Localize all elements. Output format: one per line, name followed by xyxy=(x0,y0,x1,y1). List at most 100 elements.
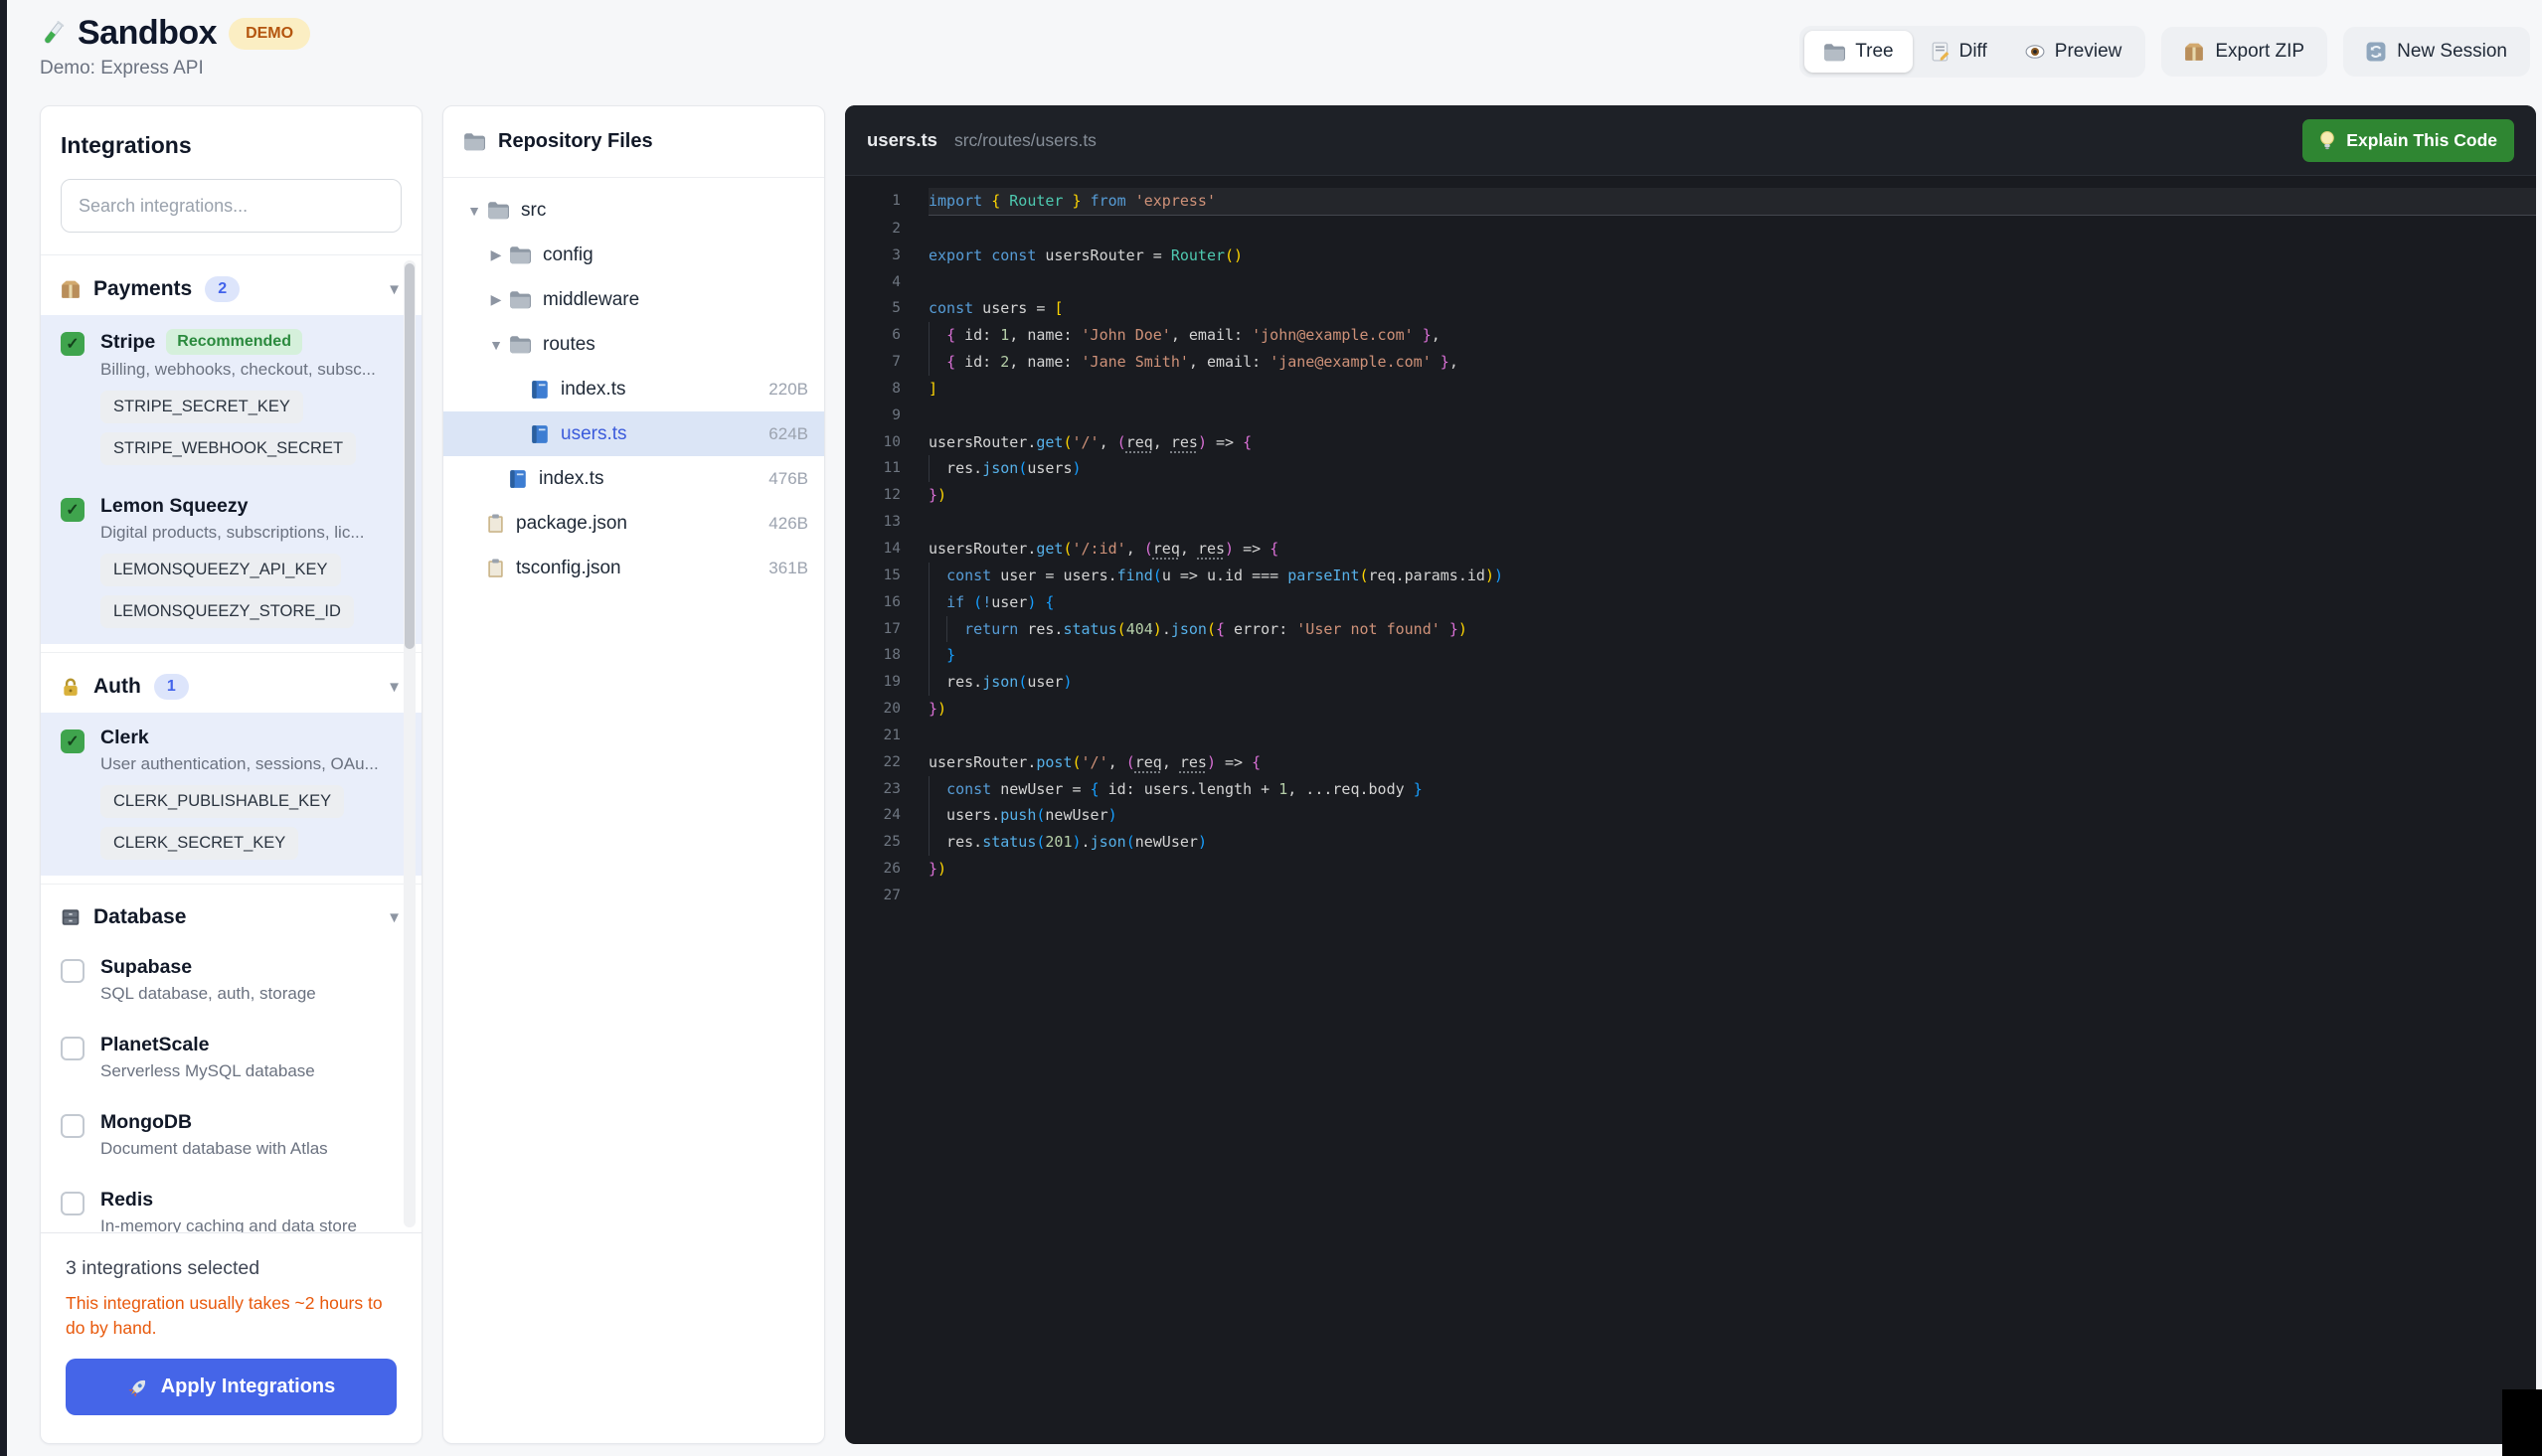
code-line-text: } xyxy=(929,642,2536,670)
integration-item-stripe[interactable]: ✓ Stripe Recommended Billing, webhooks, che… xyxy=(41,315,422,481)
integration-item-redis[interactable]: ✓ Redis In-memory caching and data store xyxy=(41,1175,422,1232)
code-token: ) xyxy=(1152,619,1162,638)
unused-param: req xyxy=(1125,432,1153,451)
code-line: 17 return res.status(404).json({ error: … xyxy=(845,615,2536,643)
code-token: users. xyxy=(929,806,1001,825)
tree-row-middleware[interactable]: ▶ middleware xyxy=(443,277,824,322)
apply-integrations-button[interactable]: Apply Integrations xyxy=(66,1359,397,1415)
folder-icon xyxy=(509,335,531,354)
tree-row-index.ts[interactable]: index.ts 220B xyxy=(443,367,824,411)
chevron-down-icon[interactable]: ▼ xyxy=(387,281,402,298)
code-token: res. xyxy=(1018,619,1064,638)
sidebar-scrollbar[interactable] xyxy=(404,260,416,1228)
top-header: Sandbox DEMO Demo: Express API Tree Diff… xyxy=(0,0,2542,103)
integration-item-lemon-squeezy[interactable]: ✓ Lemon Squeezy Digital products, subscrip… xyxy=(41,481,422,644)
code-token: ) xyxy=(1063,673,1073,692)
checkbox[interactable]: ✓ xyxy=(61,729,85,753)
code-line: 18 } xyxy=(845,642,2536,670)
integration-section-header[interactable]: Database ▼ xyxy=(41,885,422,942)
tab-preview[interactable]: Preview xyxy=(2006,31,2141,73)
new-session-button[interactable]: New Session xyxy=(2343,27,2530,77)
code-token: { xyxy=(946,353,956,372)
chevron-down-icon[interactable]: ▼ xyxy=(387,679,402,696)
tree-row-users.ts[interactable]: users.ts 624B xyxy=(443,411,824,456)
integration-item-planetscale[interactable]: ✓ PlanetScale Serverless MySQL database xyxy=(41,1020,422,1097)
integration-item-head: Supabase xyxy=(100,956,316,979)
checkbox[interactable]: ✓ xyxy=(61,1192,85,1215)
export-zip-label: Export ZIP xyxy=(2215,41,2305,62)
env-key-list: LEMONSQUEEZY_API_KEY LEMONSQUEEZY_STORE_I… xyxy=(100,554,365,628)
code-line: 1 import { Router } from 'express' xyxy=(845,188,2536,216)
chevron-down-icon[interactable]: ▼ xyxy=(483,337,509,353)
checkbox[interactable]: ✓ xyxy=(61,498,85,522)
tree-row-index.ts[interactable]: index.ts 476B xyxy=(443,456,824,501)
code-token: ( xyxy=(1152,566,1162,584)
chevron-down-icon[interactable]: ▼ xyxy=(461,203,487,219)
code-token: } xyxy=(1413,779,1423,798)
code-token: newUser xyxy=(1134,833,1198,852)
integration-item-supabase[interactable]: ✓ Supabase SQL database, auth, storage xyxy=(41,942,422,1020)
code-token: 1 xyxy=(1278,779,1288,798)
chevron-down-icon[interactable]: ▼ xyxy=(387,909,402,926)
code-token: ) xyxy=(1484,566,1494,584)
checkbox[interactable]: ✓ xyxy=(61,959,85,983)
repository-files-panel: Repository Files ▼ src ▶ config ▶ middleware ▼… xyxy=(442,105,825,1444)
tree-row-src[interactable]: ▼ src xyxy=(443,188,824,233)
tree-row-package.json[interactable]: package.json 426B xyxy=(443,501,824,546)
code-token: 1 xyxy=(1000,326,1010,345)
checkbox[interactable]: ✓ xyxy=(61,1037,85,1060)
integration-item-clerk[interactable]: ✓ Clerk User authentication, sessions, OAu… xyxy=(41,713,422,876)
integration-name: Redis xyxy=(100,1189,154,1211)
code-line: 13 xyxy=(845,509,2536,536)
code-token: ) xyxy=(937,860,947,879)
chevron-right-icon[interactable]: ▶ xyxy=(483,246,509,263)
code-token: newUser xyxy=(1045,806,1108,825)
checkbox[interactable]: ✓ xyxy=(61,332,85,356)
integration-item-mongodb[interactable]: ✓ MongoDB Document database with Atlas xyxy=(41,1097,422,1175)
integration-item-body: MongoDB Document database with Atlas xyxy=(100,1111,328,1159)
integrations-footer: 3 integrations selected This integration… xyxy=(41,1232,422,1443)
code-token: ] xyxy=(929,379,938,398)
code-token: . xyxy=(1161,619,1171,638)
code-line-text: }) xyxy=(929,856,2536,883)
code-token: id: users.length + xyxy=(1099,779,1279,798)
code-line: 3 export const usersRouter = Router() xyxy=(845,243,2536,269)
chevron-right-icon[interactable]: ▶ xyxy=(483,291,509,308)
integration-description: In-memory caching and data store xyxy=(100,1216,357,1233)
sidebar-scrollbar-thumb[interactable] xyxy=(405,263,415,649)
code-line-text: if (!user) { xyxy=(929,588,2536,616)
code-viewer[interactable]: 1 import { Router } from 'express' 2 3 expor… xyxy=(845,176,2536,1444)
code-token: usersRouter = xyxy=(1036,245,1171,264)
integration-item-body: Supabase SQL database, auth, storage xyxy=(100,956,316,1004)
code-token: ) xyxy=(1197,432,1207,451)
tree-row-config[interactable]: ▶ config xyxy=(443,233,824,277)
line-number: 24 xyxy=(883,807,901,824)
tab-diff[interactable]: Diff xyxy=(1913,31,2006,73)
env-key-chip: STRIPE_WEBHOOK_SECRET xyxy=(100,432,357,465)
tree-row-routes[interactable]: ▼ routes xyxy=(443,322,824,367)
explain-code-button[interactable]: Explain This Code xyxy=(2302,118,2514,162)
export-zip-button[interactable]: Export ZIP xyxy=(2161,27,2328,77)
line-number: 9 xyxy=(892,406,901,423)
checkbox[interactable]: ✓ xyxy=(61,1114,85,1138)
code-token: , xyxy=(1099,432,1117,451)
integration-name: Stripe xyxy=(100,330,156,353)
tree-row-tsconfig.json[interactable]: tsconfig.json 361B xyxy=(443,546,824,590)
code-token: 404 xyxy=(1125,619,1153,638)
search-input[interactable] xyxy=(61,179,402,233)
integration-section-header[interactable]: Payments 2 ▼ xyxy=(41,255,422,315)
tree-label: tsconfig.json xyxy=(516,557,621,578)
file-size: 361B xyxy=(768,558,808,577)
code-line-text: usersRouter.post('/', (req, res) => { xyxy=(929,749,2536,776)
tab-tree[interactable]: Tree xyxy=(1804,31,1913,73)
indent-guide xyxy=(929,642,930,670)
code-token: ) xyxy=(1457,619,1467,638)
brand: Sandbox DEMO Demo: Express API xyxy=(40,14,311,80)
integration-section-header[interactable]: Auth 1 ▼ xyxy=(41,653,422,713)
